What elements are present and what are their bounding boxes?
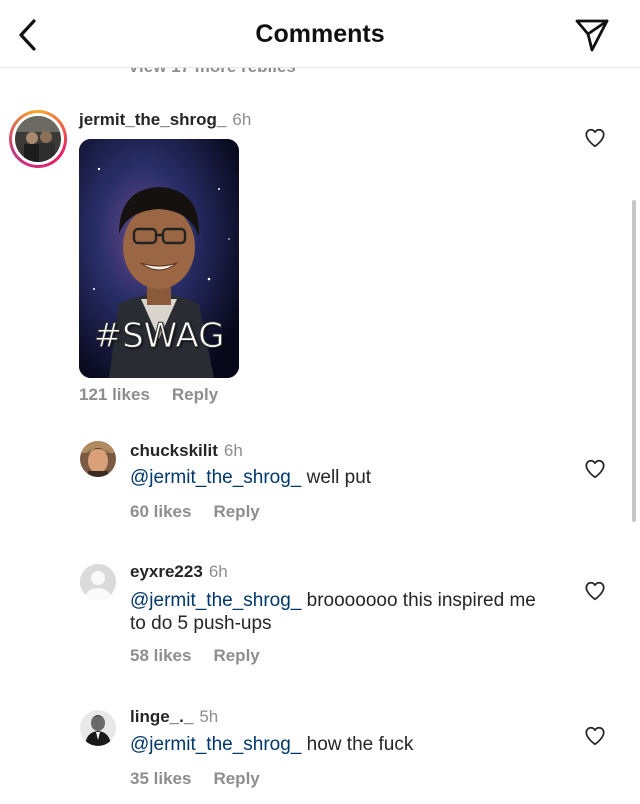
default-avatar-icon bbox=[80, 564, 116, 600]
avatar bbox=[15, 116, 61, 162]
avatar[interactable] bbox=[80, 564, 116, 600]
likes-count[interactable]: 58 likes bbox=[130, 646, 191, 665]
comment-body: how the fuck bbox=[306, 734, 414, 755]
avatar-story-ring[interactable] bbox=[9, 110, 67, 168]
mention-link[interactable]: @jermit_the_shrog_ bbox=[130, 734, 301, 755]
comment-actions: 35 likes Reply bbox=[130, 769, 260, 789]
username[interactable]: linge_._ bbox=[130, 707, 193, 726]
paper-plane-icon bbox=[575, 19, 609, 52]
avatar[interactable] bbox=[80, 441, 116, 477]
like-button[interactable] bbox=[584, 580, 606, 602]
scrollbar[interactable] bbox=[632, 200, 636, 522]
username[interactable]: eyxre223 bbox=[130, 562, 203, 581]
page-title: Comments bbox=[255, 20, 385, 48]
comment-actions: 60 likes Reply bbox=[130, 502, 260, 522]
like-button[interactable] bbox=[584, 725, 606, 747]
likes-count[interactable]: 121 likes bbox=[79, 385, 150, 404]
comment-header: jermit_the_shrog_ 6h bbox=[79, 110, 251, 130]
username[interactable]: jermit_the_shrog_ bbox=[79, 110, 226, 129]
avatar[interactable] bbox=[80, 710, 116, 746]
heart-icon bbox=[585, 128, 605, 148]
heart-icon bbox=[585, 726, 605, 746]
timestamp: 5h bbox=[199, 707, 219, 726]
comment-text: @jermit_the_shrog_ well put bbox=[130, 466, 550, 489]
reply-button[interactable]: Reply bbox=[213, 646, 259, 665]
timestamp: 6h bbox=[208, 562, 228, 581]
like-button[interactable] bbox=[584, 458, 606, 480]
comment-body: well put bbox=[306, 467, 372, 488]
likes-count[interactable]: 60 likes bbox=[130, 502, 191, 521]
comment-text: @jermit_the_shrog_ how the fuck bbox=[130, 733, 550, 756]
timestamp: 6h bbox=[223, 441, 243, 460]
likes-count[interactable]: 35 likes bbox=[130, 769, 191, 788]
username[interactable]: chuckskilit bbox=[130, 441, 218, 460]
heart-icon bbox=[585, 581, 605, 601]
timestamp: 6h bbox=[232, 110, 252, 129]
mention-link[interactable]: @jermit_the_shrog_ bbox=[130, 467, 301, 488]
reply-button[interactable]: Reply bbox=[213, 502, 259, 521]
comment-actions: 58 likes Reply bbox=[130, 646, 260, 666]
top-bar: Comments bbox=[0, 0, 640, 68]
reply-button[interactable]: Reply bbox=[172, 385, 218, 404]
comment-header: chuckskilit 6h bbox=[130, 441, 243, 461]
comment-actions: 121 likes Reply bbox=[79, 385, 218, 405]
comment-text: @jermit_the_shrog_ brooooooo this inspir… bbox=[130, 589, 550, 635]
comment-header: linge_._ 5h bbox=[130, 707, 218, 727]
reply-button[interactable]: Reply bbox=[213, 769, 259, 788]
comment-image[interactable]: #SWAG bbox=[79, 139, 239, 378]
mention-link[interactable]: @jermit_the_shrog_ bbox=[130, 590, 301, 611]
heart-icon bbox=[585, 459, 605, 479]
share-button[interactable] bbox=[573, 16, 611, 54]
image-caption: #SWAG bbox=[93, 316, 225, 357]
like-button[interactable] bbox=[584, 127, 606, 149]
comment-header: eyxre223 6h bbox=[130, 562, 228, 582]
